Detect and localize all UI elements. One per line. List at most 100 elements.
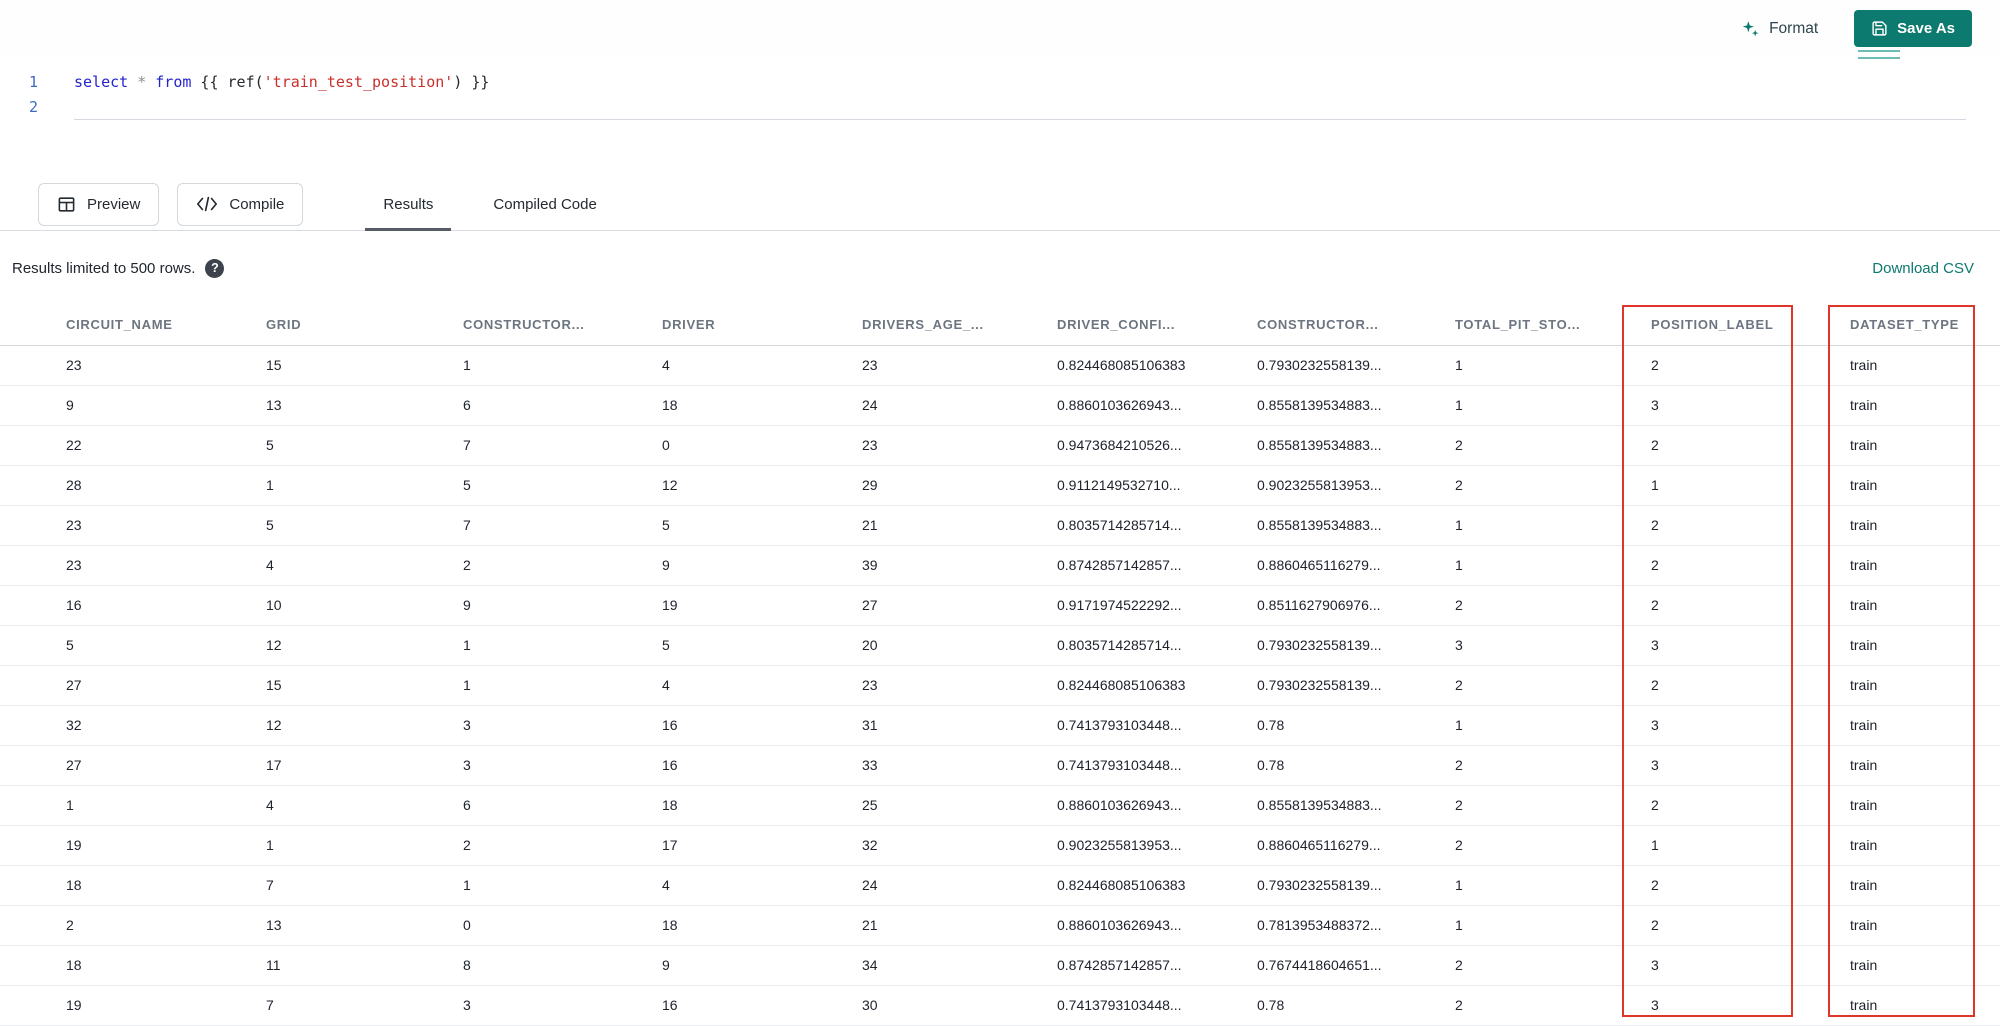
column-header[interactable]: TOTAL_PIT_STO... [1454, 305, 1650, 346]
table-cell: 24 [861, 385, 1056, 426]
table-cell: 4 [265, 545, 462, 586]
table-cell: 7 [265, 985, 462, 1026]
table-cell: 1 [462, 665, 661, 706]
table-cell: train [1849, 585, 2000, 626]
table-cell: 8 [462, 945, 661, 986]
table-cell: 32 [0, 705, 265, 746]
results-table: CIRCUIT_NAME GRID CONSTRUCTOR... DRIVER DRIV… [0, 305, 2000, 1026]
table-row: 27 15 1 4 23 0.824468085106383 0.7930232558139… [0, 665, 2000, 706]
table-cell: 3 [1650, 745, 1849, 786]
table-cell: train [1849, 425, 2000, 466]
help-icon[interactable]: ? [205, 258, 225, 278]
table-row: 23 4 2 9 39 0.8742857142857... 0.8860465116279… [0, 545, 2000, 586]
column-header[interactable]: DATASET_TYPE [1849, 305, 2000, 346]
table-cell: 0.7930232558139... [1256, 345, 1454, 386]
table-cell: 1 [1454, 545, 1650, 586]
column-header[interactable]: GRID [265, 305, 462, 346]
column-header[interactable]: CONSTRUCTOR... [1256, 305, 1454, 346]
compile-button[interactable]: Compile [177, 182, 304, 226]
table-cell: 2 [462, 825, 661, 866]
table-cell: 19 [661, 585, 861, 626]
format-button[interactable]: Format [1734, 18, 1824, 40]
sql-editor[interactable]: 12 select * from {{ ref('train_test_posi… [0, 57, 2000, 178]
table-row: 5 12 1 5 20 0.8035714285714... 0.7930232558139… [0, 625, 2000, 666]
table-cell: 11 [265, 945, 462, 986]
code-token: 'train_test_position' [263, 73, 454, 91]
table-cell: train [1849, 545, 2000, 586]
download-csv-link[interactable]: Download CSV [1872, 260, 1974, 277]
code-token: from [155, 73, 192, 91]
table-cell: train [1849, 385, 2000, 426]
table-cell: 2 [1650, 665, 1849, 706]
table-cell: 9 [462, 585, 661, 626]
table-cell: 18 [661, 385, 861, 426]
table-cell: 27 [0, 745, 265, 786]
table-cell: 13 [265, 385, 462, 426]
table-cell: 2 [1454, 425, 1650, 466]
code-line[interactable]: select * from {{ ref('train_test_positio… [74, 70, 1966, 95]
table-cell: 5 [265, 505, 462, 546]
table-cell: 5 [265, 425, 462, 466]
table-row: 1 4 6 18 25 0.8860103626943... 0.8558139534883… [0, 785, 2000, 826]
table-cell: 4 [661, 665, 861, 706]
table-cell: 1 [0, 785, 265, 826]
table-cell: 1 [1650, 825, 1849, 866]
table-row: 32 12 3 16 31 0.7413793103448... 0.78 1 3 train [0, 705, 2000, 746]
table-cell: 2 [1650, 905, 1849, 946]
column-header[interactable]: CONSTRUCTOR... [462, 305, 661, 346]
row-limit-notice: Results limited to 500 rows. [12, 259, 196, 277]
editor-pane: Format Save As 12 select * from {{ ref('… [0, 0, 2000, 231]
sparkles-icon [1740, 19, 1760, 39]
table-cell: 18 [661, 785, 861, 826]
code-line[interactable] [74, 95, 1966, 120]
table-cell: train [1849, 905, 2000, 946]
column-header[interactable]: POSITION_LABEL [1650, 305, 1849, 346]
save-as-button[interactable]: Save As [1854, 10, 1972, 47]
table-cell: 2 [462, 545, 661, 586]
table-cell: 3 [1650, 625, 1849, 666]
results-header: Results limited to 500 rows. ? Download … [0, 231, 2000, 305]
table-cell: 12 [265, 705, 462, 746]
table-cell: 7 [462, 505, 661, 546]
table-cell: train [1849, 945, 2000, 986]
table-cell: 23 [0, 545, 265, 586]
tab-compiled-code[interactable]: Compiled Code [463, 178, 626, 230]
table-cell: 16 [661, 705, 861, 746]
table-cell: 18 [661, 905, 861, 946]
table-cell: 2 [1650, 505, 1849, 546]
table-row: 18 11 8 9 34 0.8742857142857... 0.767441860465… [0, 945, 2000, 986]
table-cell: 1 [1454, 905, 1650, 946]
results-pane: Results limited to 500 rows. ? Download … [0, 231, 2000, 1026]
editor-lines[interactable]: select * from {{ ref('train_test_positio… [48, 70, 2000, 178]
table-row: 9 13 6 18 24 0.8860103626943... 0.855813953488… [0, 385, 2000, 426]
column-header[interactable]: DRIVER_CONFI... [1056, 305, 1256, 346]
table-cell: 7 [265, 865, 462, 906]
table-cell: 1 [462, 865, 661, 906]
table-cell: 28 [0, 465, 265, 506]
table-cell: 3 [1650, 945, 1849, 986]
table-cell: train [1849, 665, 2000, 706]
table-cell: train [1849, 985, 2000, 1026]
table-cell: 5 [661, 505, 861, 546]
table-header-row: CIRCUIT_NAME GRID CONSTRUCTOR... DRIVER DRIV… [0, 305, 2000, 346]
table-cell: 4 [661, 345, 861, 386]
column-header[interactable]: DRIVER [661, 305, 861, 346]
preview-button[interactable]: Preview [38, 182, 160, 226]
table-cell: 9 [661, 545, 861, 586]
results-table-wrap: CIRCUIT_NAME GRID CONSTRUCTOR... DRIVER DRIV… [0, 305, 2000, 1026]
table-cell: 23 [861, 425, 1056, 466]
table-cell: 0.9023255813953... [1056, 825, 1256, 866]
table-cell: 1 [1454, 865, 1650, 906]
table-cell: 5 [0, 625, 265, 666]
column-header[interactable]: CIRCUIT_NAME [0, 305, 265, 346]
table-cell: 23 [861, 665, 1056, 706]
compile-button-label: Compile [229, 195, 285, 213]
table-cell: 33 [861, 745, 1056, 786]
tab-results[interactable]: Results [353, 178, 463, 231]
table-cell: 19 [0, 825, 265, 866]
table-cell: 2 [1454, 785, 1650, 826]
table-row: 18 7 1 4 24 0.824468085106383 0.7930232558139.… [0, 865, 2000, 906]
table-cell: 0 [462, 905, 661, 946]
table-cell: 3 [462, 705, 661, 746]
column-header[interactable]: DRIVERS_AGE_... [861, 305, 1056, 346]
